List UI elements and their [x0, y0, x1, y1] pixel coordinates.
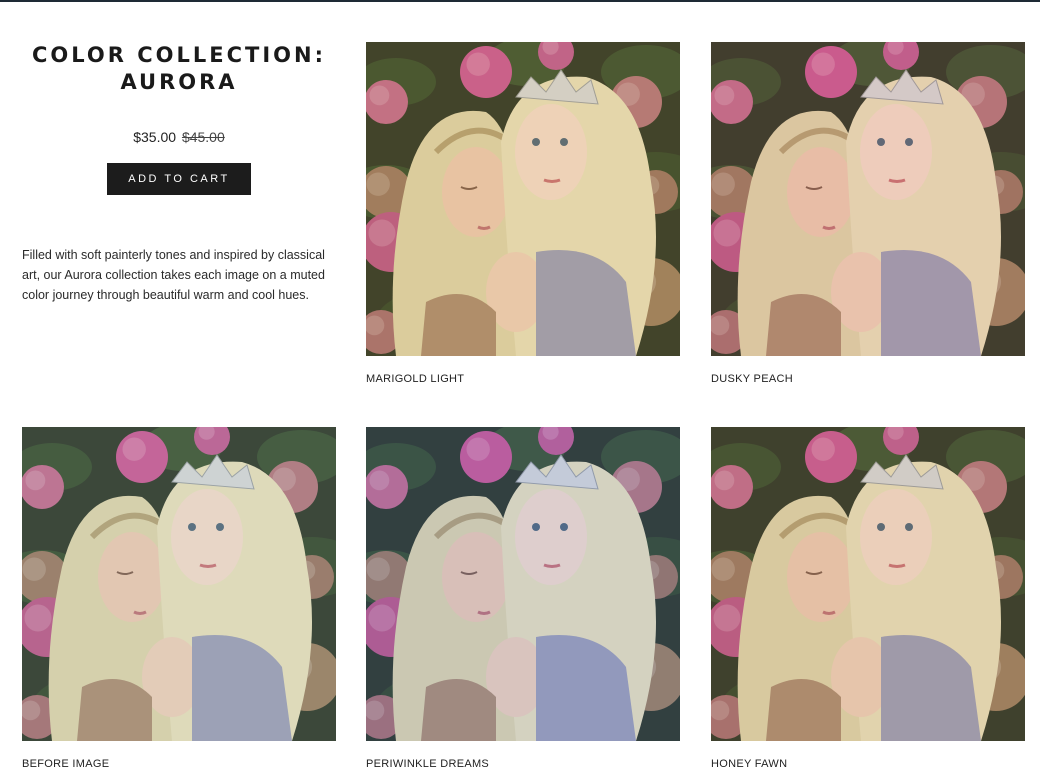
gallery-caption: BEFORE IMAGE [22, 758, 110, 770]
gallery-image[interactable] [366, 427, 680, 741]
gallery-caption: PERIWINKLE DREAMS [366, 758, 490, 770]
gallery-image[interactable] [22, 427, 336, 741]
price-current: $35.00 [133, 129, 177, 145]
gallery-caption: DUSKY PEACH [711, 373, 793, 385]
gallery-card: HONEY FAWN [711, 427, 1025, 770]
portrait-illustration [366, 427, 680, 741]
gallery-image[interactable] [366, 42, 680, 356]
product-description: Filled with soft painterly tones and ins… [22, 248, 325, 302]
portrait-illustration [711, 427, 1025, 741]
portrait-illustration [711, 42, 1025, 356]
price-row: $35.00 $45.00 [22, 129, 336, 145]
gallery-card: BEFORE IMAGE [22, 427, 336, 770]
product-info: COLOR COLLECTION: AURORA $35.00 $45.00 A… [22, 42, 336, 318]
top-border [0, 0, 1040, 2]
price-original: $45.00 [181, 129, 225, 145]
gallery-card: MARIGOLD LIGHT [366, 42, 680, 385]
gallery-card: DUSKY PEACH [711, 42, 1025, 385]
gallery-caption: MARIGOLD LIGHT [366, 373, 465, 385]
gallery-image[interactable] [711, 427, 1025, 741]
portrait-illustration [366, 42, 680, 356]
gallery-caption: HONEY FAWN [711, 758, 788, 770]
page-title: COLOR COLLECTION: AURORA [32, 43, 326, 94]
add-to-cart-button[interactable]: ADD TO CART [107, 163, 251, 195]
gallery-image[interactable] [711, 42, 1025, 356]
portrait-illustration [22, 427, 336, 741]
gallery-card: PERIWINKLE DREAMS [366, 427, 680, 770]
